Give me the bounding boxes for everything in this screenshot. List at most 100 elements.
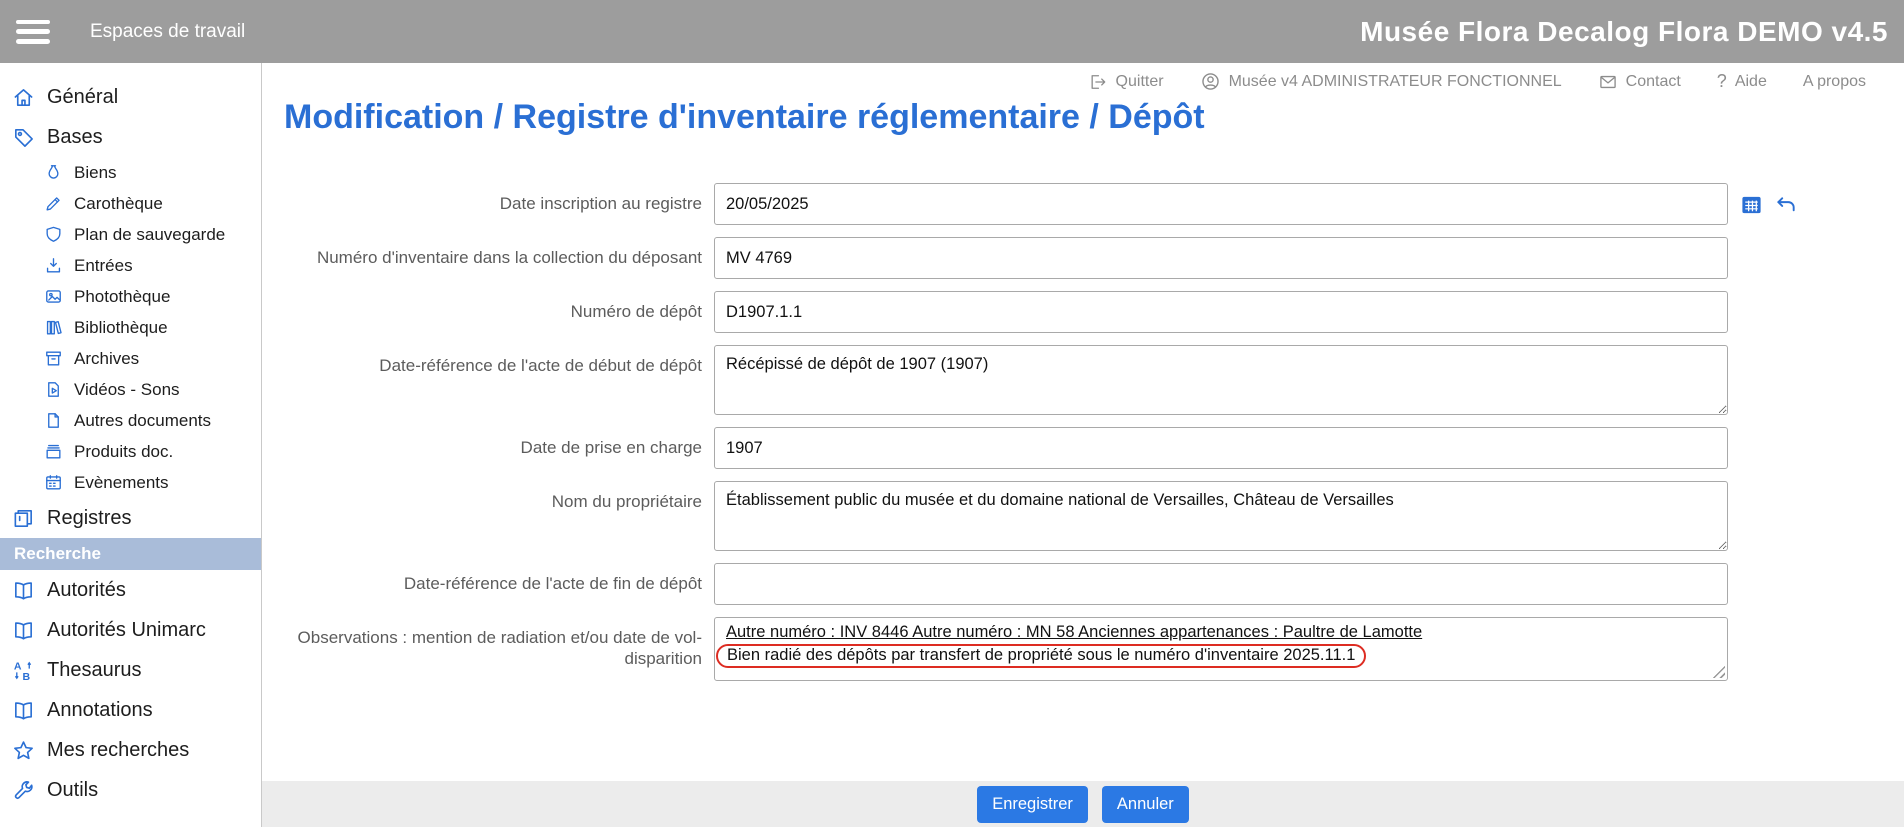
sidebar-item-label: Annotations bbox=[47, 699, 153, 722]
save-button[interactable]: Enregistrer bbox=[977, 786, 1088, 823]
radiation-annotation-box: Bien radié des dépôts par transfert de p… bbox=[716, 644, 1366, 668]
star-icon bbox=[12, 739, 35, 762]
sidebar-item-entrees[interactable]: Entrées bbox=[0, 250, 261, 281]
download-icon bbox=[44, 256, 63, 275]
core-sample-icon bbox=[44, 194, 63, 213]
svg-text:B: B bbox=[23, 671, 31, 682]
nom-proprietaire-textarea[interactable]: Établissement public du musée et du doma… bbox=[714, 481, 1728, 551]
form-row: Date-référence de l'acte de fin de dépôt bbox=[262, 563, 1904, 605]
sidebar-item-plan-de-sauvegarde[interactable]: Plan de sauvegarde bbox=[0, 219, 261, 250]
cancel-button[interactable]: Annuler bbox=[1102, 786, 1189, 823]
sidebar-item-label: Recherche bbox=[14, 544, 101, 564]
sidebar-item-general[interactable]: Général bbox=[0, 77, 261, 117]
observations-field[interactable]: Autre numéro : INV 8446 Autre numéro : M… bbox=[714, 617, 1728, 681]
home-icon bbox=[12, 86, 35, 109]
stacked-sheets-icon bbox=[44, 442, 63, 461]
sidebar-item-autorites[interactable]: Autorités bbox=[0, 570, 261, 610]
sidebar-item-label: Autorités Unimarc bbox=[47, 619, 206, 642]
quit-button[interactable]: Quitter bbox=[1088, 72, 1164, 92]
undo-icon[interactable] bbox=[1775, 193, 1798, 216]
sidebar-item-label: Outils bbox=[47, 779, 98, 802]
sidebar-item-videos-sons[interactable]: Vidéos - Sons bbox=[0, 374, 261, 405]
sidebar-item-annotations[interactable]: Annotations bbox=[0, 690, 261, 730]
acte-debut-depot-textarea[interactable]: Récépissé de dépôt de 1907 (1907) bbox=[714, 345, 1728, 415]
sidebar-item-archives[interactable]: Archives bbox=[0, 343, 261, 374]
acte-fin-depot-input[interactable] bbox=[714, 563, 1728, 605]
tag-icon bbox=[12, 126, 35, 149]
field-label: Nom du propriétaire bbox=[262, 481, 702, 512]
top-app-bar: Espaces de travail Musée Flora Decalog F… bbox=[0, 0, 1904, 63]
sidebar-item-label: Registres bbox=[47, 507, 131, 530]
sidebar-item-thesaurus[interactable]: AB Thesaurus bbox=[0, 650, 261, 690]
observations-line-1: Autre numéro : INV 8446 Autre numéro : M… bbox=[726, 622, 1716, 643]
svg-text:A: A bbox=[14, 660, 22, 672]
sidebar-item-recherche[interactable]: Recherche bbox=[0, 538, 261, 570]
help-label: Aide bbox=[1735, 73, 1767, 91]
sidebar-item-bases[interactable]: Bases bbox=[0, 117, 261, 157]
numero-depot-input[interactable] bbox=[714, 291, 1728, 333]
menu-icon[interactable] bbox=[16, 20, 50, 44]
workspace-label: Espaces de travail bbox=[90, 21, 245, 43]
sidebar-item-biens[interactable]: Biens bbox=[0, 157, 261, 188]
sidebar-item-phototheque[interactable]: Photothèque bbox=[0, 281, 261, 312]
main-content: Quitter Musée v4 ADMINISTRATEUR FONCTION… bbox=[262, 63, 1904, 827]
open-book-icon bbox=[12, 699, 35, 722]
form-actions-bar: Enregistrer Annuler bbox=[262, 781, 1904, 827]
exit-icon bbox=[1088, 72, 1108, 92]
resize-grip[interactable] bbox=[1712, 665, 1725, 678]
field-label: Date inscription au registre bbox=[262, 183, 702, 214]
sidebar-item-label: Autorités bbox=[47, 579, 126, 602]
sidebar-item-registres[interactable]: Registres bbox=[0, 498, 261, 538]
field-label: Date-référence de l'acte de début de dép… bbox=[262, 345, 702, 376]
app-title: Musée Flora Decalog Flora DEMO v4.5 bbox=[1360, 16, 1888, 48]
contact-button[interactable]: Contact bbox=[1598, 72, 1681, 92]
sidebar-item-autres-documents[interactable]: Autres documents bbox=[0, 405, 261, 436]
date-prise-en-charge-input[interactable] bbox=[714, 427, 1728, 469]
field-label: Date de prise en charge bbox=[262, 427, 702, 458]
sidebar-item-autorites-unimarc[interactable]: Autorités Unimarc bbox=[0, 610, 261, 650]
sidebar-item-label: Bibliothèque bbox=[74, 318, 168, 338]
open-book-icon bbox=[12, 579, 35, 602]
sidebar-item-label: Produits doc. bbox=[74, 442, 173, 462]
calendar-picker-icon[interactable] bbox=[1740, 193, 1763, 216]
date-inscription-input[interactable] bbox=[714, 183, 1728, 225]
sidebar-item-label: Carothèque bbox=[74, 194, 163, 214]
sidebar: Général Bases Biens Carothèque Plan de s… bbox=[0, 63, 262, 827]
thesaurus-icon: AB bbox=[12, 659, 35, 682]
sidebar-item-label: Biens bbox=[74, 163, 117, 183]
quit-label: Quitter bbox=[1116, 73, 1164, 91]
sidebar-item-produits-doc[interactable]: Produits doc. bbox=[0, 436, 261, 467]
form-row: Numéro de dépôt bbox=[262, 291, 1904, 333]
page-title: Modification / Registre d'inventaire rég… bbox=[284, 98, 1904, 137]
help-button[interactable]: ? Aide bbox=[1717, 71, 1767, 92]
deposit-register-form: Date inscription au registre Numéro d'in… bbox=[262, 183, 1904, 693]
sidebar-item-label: Autres documents bbox=[74, 411, 211, 431]
sidebar-item-label: Mes recherches bbox=[47, 739, 189, 762]
archive-box-icon bbox=[44, 349, 63, 368]
open-book-icon bbox=[12, 619, 35, 642]
date-field-tools bbox=[1740, 183, 1904, 216]
sidebar-item-label: Bases bbox=[47, 126, 103, 149]
sidebar-item-label: Evènements bbox=[74, 473, 169, 493]
current-user[interactable]: Musée v4 ADMINISTRATEUR FONCTIONNEL bbox=[1200, 71, 1562, 92]
question-mark-icon: ? bbox=[1717, 71, 1727, 92]
sidebar-item-outils[interactable]: Outils bbox=[0, 770, 261, 810]
numero-inventaire-deposant-input[interactable] bbox=[714, 237, 1728, 279]
sidebar-item-label: Thesaurus bbox=[47, 659, 142, 682]
sidebar-item-evenements[interactable]: Evènements bbox=[0, 467, 261, 498]
field-label: Numéro d'inventaire dans la collection d… bbox=[262, 237, 702, 268]
field-label: Observations : mention de radiation et/o… bbox=[262, 617, 702, 670]
sidebar-item-label: Général bbox=[47, 86, 118, 109]
field-label: Numéro de dépôt bbox=[262, 291, 702, 322]
registers-icon bbox=[12, 507, 35, 530]
document-icon bbox=[44, 411, 63, 430]
sidebar-item-bibliotheque[interactable]: Bibliothèque bbox=[0, 312, 261, 343]
form-row: Date de prise en charge bbox=[262, 427, 1904, 469]
sidebar-item-carotheque[interactable]: Carothèque bbox=[0, 188, 261, 219]
sidebar-item-mes-recherches[interactable]: Mes recherches bbox=[0, 730, 261, 770]
about-button[interactable]: A propos bbox=[1803, 73, 1866, 91]
user-icon bbox=[1200, 71, 1221, 92]
sidebar-item-label: Entrées bbox=[74, 256, 133, 276]
session-toolbar: Quitter Musée v4 ADMINISTRATEUR FONCTION… bbox=[262, 71, 1866, 92]
photo-icon bbox=[44, 287, 63, 306]
